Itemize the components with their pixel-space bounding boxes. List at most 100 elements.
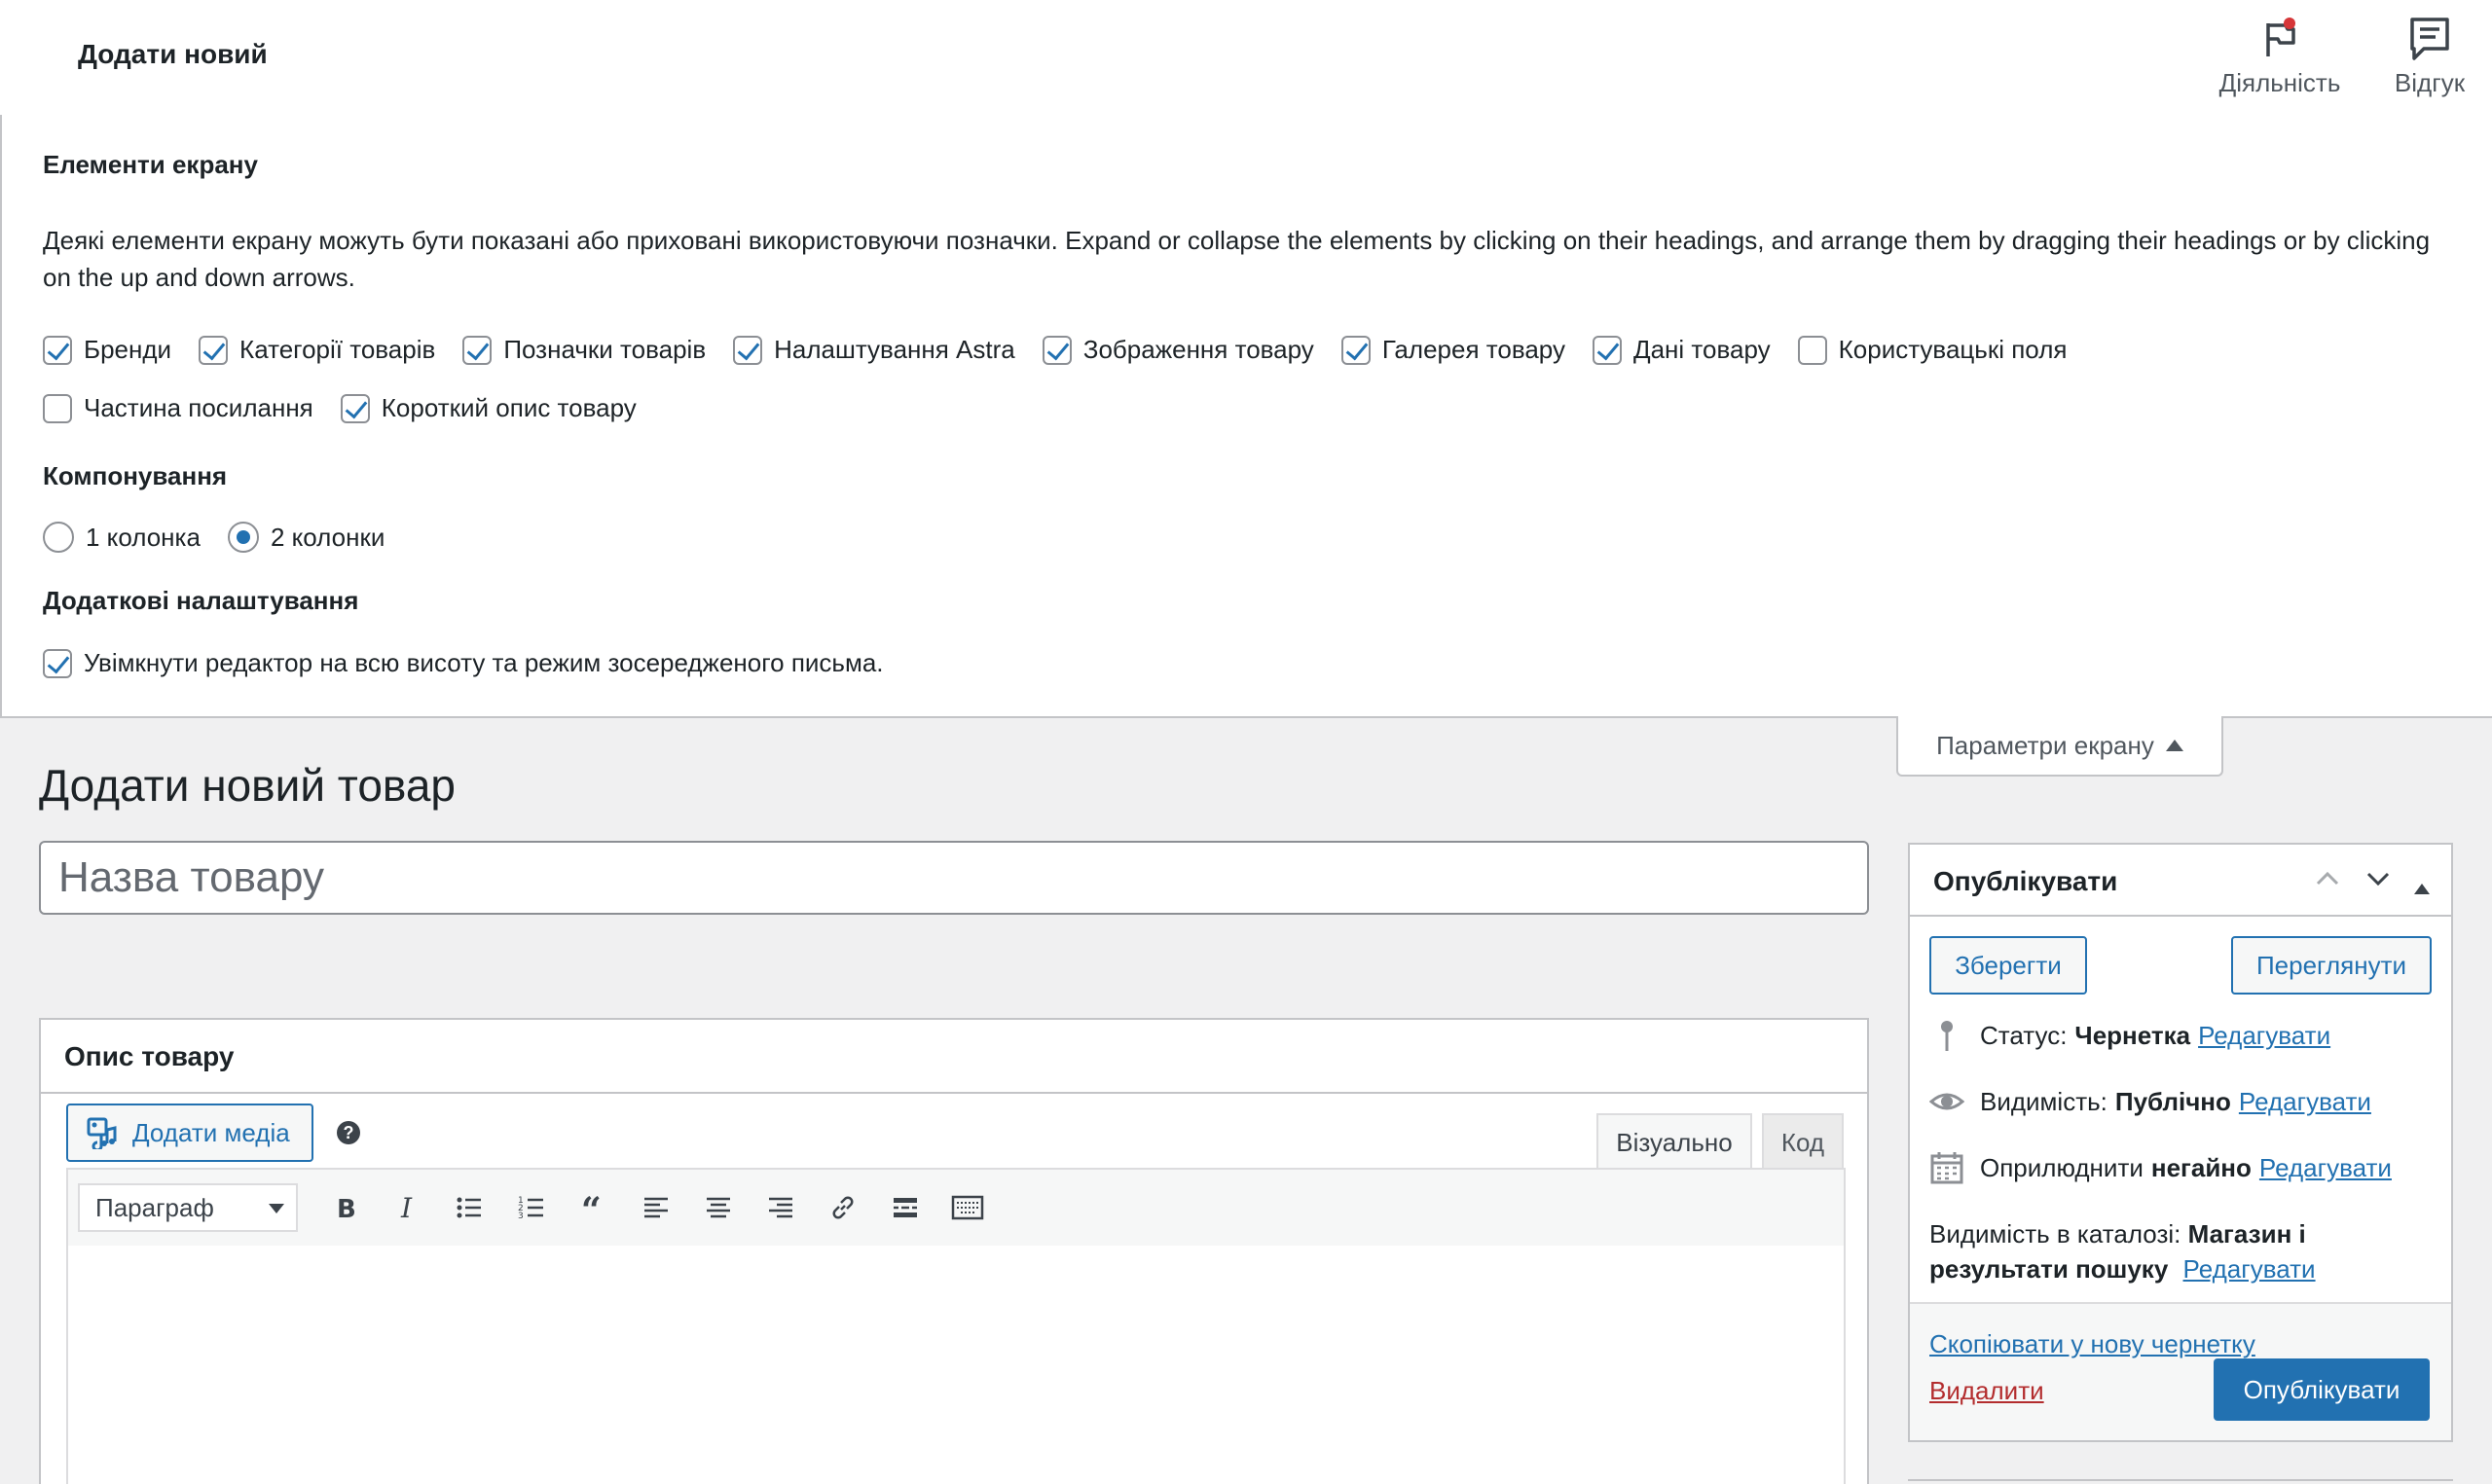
checkbox-box[interactable] [199,335,229,365]
checkbox-box[interactable] [340,393,370,423]
checkbox-custom-fields[interactable]: Користувацькі поля [1797,335,2068,365]
checkbox-fullheight-editor[interactable]: Увімкнути редактор на всю висоту та режи… [43,648,884,678]
save-draft-button[interactable]: Зберегти [1929,936,2087,995]
preview-button[interactable]: Переглянути [2231,936,2432,995]
align-right-icon[interactable] [750,1183,812,1232]
screen-elements-heading: Елементи екрану [43,150,258,179]
screen-options-tab[interactable]: Параметри екрану [1896,716,2223,777]
publish-time-row: Оприлюднити негайно Редагувати [1929,1150,2392,1185]
layout-heading: Компонування [43,461,228,490]
catalog-visibility: Видимість в каталозі: Магазин і результа… [1929,1216,2436,1286]
checkbox-astra-settings[interactable]: Налаштування Astra [733,335,1015,365]
checkbox-box[interactable] [43,335,72,365]
screen-options-description: Деякі елементи екрану можуть бути показа… [43,226,2431,292]
help-icon[interactable]: ? [337,1121,360,1144]
checkbox-box[interactable] [1042,335,1072,365]
triangle-up-icon[interactable] [2412,872,2432,903]
edit-catalog-visibility-link[interactable]: Редагувати [2183,1254,2316,1284]
delete-link[interactable]: Видалити [1929,1376,2044,1406]
radio-circle[interactable] [227,522,259,553]
checkbox-product-image[interactable]: Зображення товару [1042,335,1314,365]
checkbox-product-gallery[interactable]: Галерея товару [1340,335,1565,365]
tab-visual[interactable]: Візуально [1596,1113,1752,1170]
checkbox-label: Короткий опис товару [381,393,637,422]
edit-visibility-link[interactable]: Редагувати [2239,1087,2371,1117]
visibility-row: Видимість: Публічно Редагувати [1929,1084,2371,1119]
checkbox-box[interactable] [462,335,493,365]
screen-options-panel: Елементи екрану Деякі елементи екрану мо… [0,115,2492,718]
checkbox-slug[interactable]: Частина посилання [43,393,313,423]
checkbox-label: Позначки товарів [503,335,707,364]
activity-button[interactable]: Діяльність [2212,14,2348,98]
visibility-label: Видимість: [1980,1086,2107,1116]
screen-options-tab-label: Параметри екрану [1936,730,2154,760]
product-description-box: Опис товару Додати медіа ? Візуально Код… [39,1018,1869,1484]
feedback-button[interactable]: Відгук [2362,14,2492,98]
checkbox-product-categories[interactable]: Категорії товарів [199,335,435,365]
screen-elements-row-2: Частина посилання Короткий опис товару [43,393,664,423]
status-value: Чернетка [2074,1020,2191,1050]
edit-publish-time-link[interactable]: Редагувати [2259,1153,2392,1183]
notification-dot [2284,18,2295,29]
calendar-icon [1930,1152,1963,1184]
additional-settings-heading: Додаткові налаштування [43,586,359,615]
italic-icon[interactable]: I [376,1183,438,1232]
align-left-icon[interactable] [625,1183,687,1232]
checkbox-label: Дані товару [1632,335,1771,364]
bullet-list-icon[interactable] [438,1183,500,1232]
chevron-up-icon[interactable] [2313,864,2342,900]
add-media-button[interactable]: Додати медіа [66,1104,313,1162]
checkbox-label: Частина посилання [84,393,313,422]
pin-icon [1941,1021,1953,1051]
svg-text:B: B [337,1195,356,1222]
toolbar-toggle-icon[interactable] [936,1183,999,1232]
blockquote-icon[interactable]: “ [563,1183,625,1232]
catalog-visibility-label: Видимість в каталозі: [1929,1219,2181,1249]
publish-button[interactable]: Опублікувати [2214,1358,2430,1421]
radio-two-columns[interactable]: 2 колонки [227,522,385,553]
status-row: Статус: Чернетка Редагувати [1929,1018,2330,1053]
checkbox-box[interactable] [43,393,72,423]
checkbox-short-description[interactable]: Короткий опис товару [340,393,637,423]
feedback-label: Відгук [2394,68,2466,97]
bold-icon[interactable]: B [313,1183,376,1232]
editor-content-area[interactable] [66,1246,1846,1484]
checkbox-label: Категорії товарів [239,335,436,364]
checkbox-label: Галерея товару [1381,335,1565,364]
checkbox-product-data[interactable]: Дані товару [1592,335,1771,365]
checkbox-brands[interactable]: Бренди [43,335,171,365]
checkbox-product-tags[interactable]: Позначки товарів [462,335,706,365]
read-more-icon[interactable] [874,1183,936,1232]
add-media-label: Додати медіа [132,1117,290,1147]
checkbox-box[interactable] [1592,335,1622,365]
chevron-down-icon[interactable] [2364,864,2393,900]
header-page-name: Додати новий [78,39,268,69]
tab-code[interactable]: Код [1762,1113,1844,1170]
align-center-icon[interactable] [687,1183,750,1232]
page-title: Додати новий товар [39,760,457,811]
product-title-input[interactable] [39,841,1869,915]
edit-status-link[interactable]: Редагувати [2198,1021,2330,1051]
copy-to-draft-link[interactable]: Скопіювати у нову чернетку [1929,1329,2255,1359]
publish-box-header[interactable]: Опублікувати [1910,845,2451,917]
description-box-heading[interactable]: Опис товару [41,1020,1867,1094]
link-icon[interactable] [812,1183,874,1232]
add-media-icon [87,1117,117,1149]
checkbox-label: Користувацькі поля [1838,335,2068,364]
format-select-value: Параграф [95,1192,214,1222]
format-select[interactable]: Параграф [78,1183,298,1232]
checkbox-box[interactable] [43,648,72,678]
checkbox-box[interactable] [1797,335,1827,365]
checkbox-box[interactable] [733,335,763,365]
numbered-list-icon[interactable]: 1 2 3 [500,1183,563,1232]
layout-options: 1 колонка 2 колонки [43,522,412,553]
checkbox-box[interactable] [1340,335,1371,365]
svg-text:“: “ [581,1193,602,1222]
visibility-value: Публічно [2114,1086,2231,1116]
svg-text:I: I [400,1193,413,1222]
radio-one-column[interactable]: 1 колонка [43,522,201,553]
radio-circle[interactable] [43,522,74,553]
publish-time-label: Оприлюднити [1980,1152,2144,1182]
chevron-down-icon [269,1204,284,1213]
status-label: Статус: [1980,1020,2068,1050]
